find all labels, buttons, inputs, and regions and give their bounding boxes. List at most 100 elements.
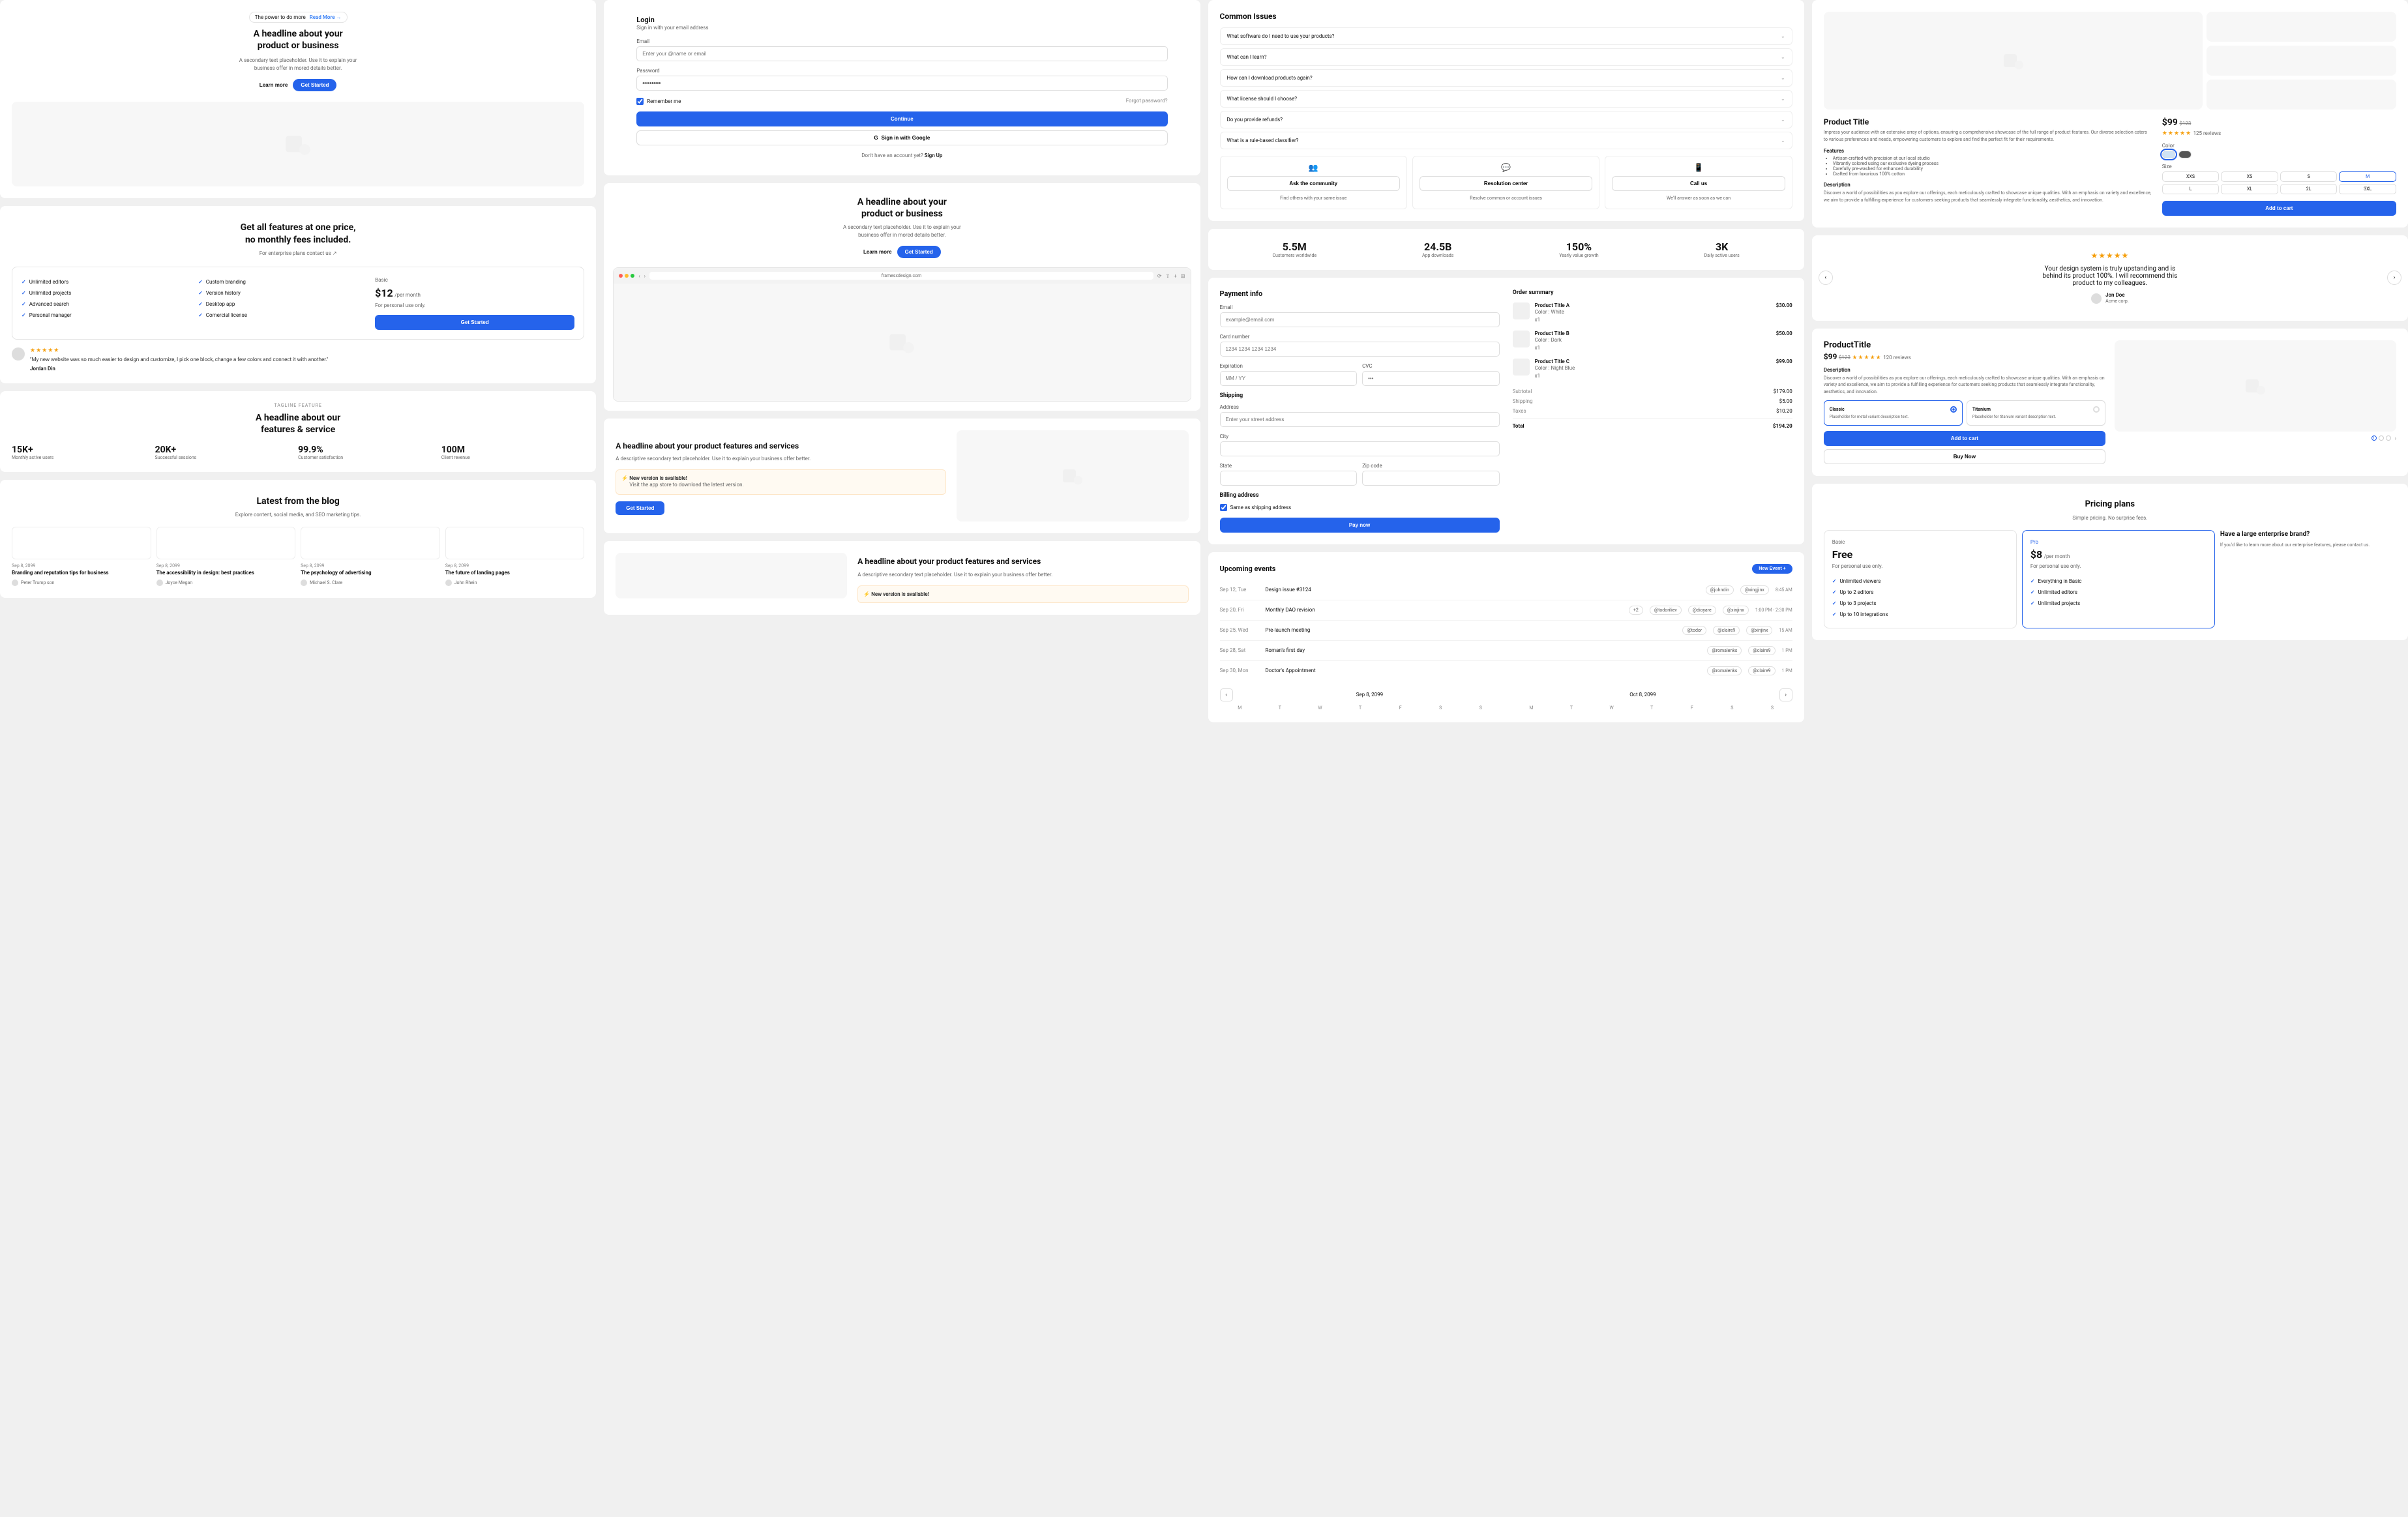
- features-stats-card: TAGLINE FEATURE A headline about ourfeat…: [0, 391, 596, 472]
- faq-item[interactable]: How can I download products again?⌄: [1220, 69, 1792, 87]
- get-started-button[interactable]: Get Started: [293, 79, 336, 91]
- hero-sub: A secondary text placeholder. Use it to …: [233, 57, 363, 72]
- pay-button[interactable]: Pay now: [1220, 518, 1500, 533]
- plus-icon[interactable]: +: [1174, 273, 1177, 279]
- size-button[interactable]: 3XL: [2339, 184, 2396, 194]
- product-thumb[interactable]: [2207, 80, 2396, 110]
- hero-pill[interactable]: The power to do more Read More →: [249, 12, 348, 23]
- size-button[interactable]: 2L: [2280, 184, 2338, 194]
- pricing-title: Get all features at one price,no monthly…: [12, 222, 584, 245]
- product-thumb[interactable]: [2207, 12, 2396, 42]
- prev-month-button[interactable]: ‹: [1220, 688, 1233, 701]
- image-pagination[interactable]: 1›: [2115, 435, 2396, 441]
- product2-image[interactable]: [2115, 340, 2396, 432]
- size-button[interactable]: XS: [2221, 171, 2278, 182]
- blog-post[interactable]: Sep 8, 2099 The psychology of advertisin…: [301, 527, 440, 586]
- size-button[interactable]: XL: [2221, 184, 2278, 194]
- next-button[interactable]: ›: [2387, 271, 2401, 285]
- login-card: Login Sign in with your email address Em…: [604, 0, 1200, 175]
- remember-checkbox[interactable]: Remember me: [636, 98, 681, 105]
- size-button[interactable]: L: [2162, 184, 2220, 194]
- new-event-button[interactable]: New Event +: [1752, 564, 1792, 574]
- faq-item[interactable]: Do you provide refunds?⌄: [1220, 111, 1792, 128]
- blog-post[interactable]: Sep 8, 2099 Branding and reputation tips…: [12, 527, 151, 586]
- hero2-headline: A headline about your product or busines…: [843, 196, 960, 220]
- chevron-down-icon: ⌄: [1781, 33, 1785, 39]
- signup-link[interactable]: Sign Up: [925, 153, 943, 158]
- get-started-button[interactable]: Get Started: [616, 501, 664, 515]
- plan-pro[interactable]: Pro $8 /per month For personal use only.…: [2022, 530, 2215, 628]
- calendar-grid[interactable]: MTWTFSS: [1511, 705, 1792, 711]
- color-swatch[interactable]: [2178, 151, 2192, 158]
- address-input[interactable]: [1220, 412, 1500, 427]
- card-input[interactable]: [1220, 342, 1500, 357]
- features-title: A headline about ourfeatures & service: [12, 412, 584, 435]
- help-card[interactable]: 👥 Ask the community Find others with you…: [1220, 156, 1407, 209]
- avatar: [301, 580, 307, 586]
- enterprise-link[interactable]: For enterprise plans contact us ↗: [260, 250, 337, 256]
- variant-option[interactable]: Titanium Placeholder for titanium varian…: [1967, 400, 2105, 426]
- metrics-card: 5.5MCustomers worldwide 24.5BApp downloa…: [1208, 229, 1804, 270]
- chevron-down-icon: ⌄: [1781, 96, 1785, 102]
- expiration-input[interactable]: [1220, 371, 1358, 386]
- size-button[interactable]: M: [2339, 171, 2396, 182]
- continue-button[interactable]: Continue: [636, 111, 1167, 126]
- help-card[interactable]: 💬 Resolution center Resolve common or ac…: [1412, 156, 1599, 209]
- plan-basic[interactable]: Basic Free For personal use only. Unlimi…: [1824, 530, 2017, 628]
- calendar-grid[interactable]: MTWTFSS: [1220, 705, 1501, 711]
- email-input[interactable]: [1220, 312, 1500, 327]
- chevron-down-icon: ⌄: [1781, 117, 1785, 123]
- faq-title: Common Issues: [1220, 12, 1792, 21]
- back-icon[interactable]: ‹: [638, 273, 640, 279]
- event-row[interactable]: Sep 28, SatRoman's first day@romalenks@c…: [1220, 641, 1792, 661]
- password-input[interactable]: [636, 76, 1167, 91]
- product-thumb[interactable]: [2207, 46, 2396, 76]
- feature-list-right: Custom branding Version history Desktop …: [198, 276, 364, 330]
- event-row[interactable]: Sep 20, FriMonthly DAO revision+2@todori…: [1220, 600, 1792, 621]
- faq-item[interactable]: What is a rule-based classifier?⌄: [1220, 132, 1792, 149]
- share-icon[interactable]: ⇪: [1166, 273, 1170, 279]
- avatar: [445, 580, 452, 586]
- learn-more-button[interactable]: Learn more: [863, 246, 892, 258]
- city-input[interactable]: [1220, 441, 1500, 456]
- product-image-main[interactable]: [1824, 12, 2203, 110]
- tabs-icon[interactable]: ⊞: [1181, 273, 1185, 279]
- prev-button[interactable]: ‹: [1819, 271, 1833, 285]
- alert-box: ⚡ New version is available!: [857, 585, 1188, 603]
- add-to-cart-button[interactable]: Add to cart: [1824, 431, 2105, 446]
- hero2-card: A headline about your product or busines…: [604, 183, 1200, 411]
- faq-item[interactable]: What software do I need to use your prod…: [1220, 27, 1792, 45]
- plan-cta-button[interactable]: Get Started: [375, 315, 574, 330]
- get-started-button[interactable]: Get Started: [897, 246, 941, 258]
- cvc-input[interactable]: [1362, 371, 1500, 386]
- blog-post[interactable]: Sep 8, 2099 The future of landing pages …: [445, 527, 585, 586]
- email-input[interactable]: [636, 46, 1167, 61]
- help-card[interactable]: 📱 Call us We'll answer as soon as we can: [1605, 156, 1792, 209]
- event-row[interactable]: Sep 30, MonDoctor's Appointment@romalenk…: [1220, 661, 1792, 681]
- faq-item[interactable]: What can I learn?⌄: [1220, 48, 1792, 66]
- faq-item[interactable]: What license should I choose?⌄: [1220, 90, 1792, 108]
- product-title: Product Title: [1824, 117, 2152, 126]
- add-to-cart-button[interactable]: Add to cart: [2162, 201, 2396, 216]
- next-month-button[interactable]: ›: [1779, 688, 1792, 701]
- same-address-checkbox[interactable]: Same as shipping address: [1220, 504, 1500, 511]
- forward-icon[interactable]: ›: [644, 273, 646, 279]
- learn-more-button[interactable]: Learn more: [260, 79, 288, 91]
- event-row[interactable]: Sep 25, WedPre-launch meeting@todor@clai…: [1220, 621, 1792, 641]
- color-swatch[interactable]: [2162, 151, 2175, 158]
- product2-title: ProductTitle: [1824, 340, 2105, 350]
- size-button[interactable]: S: [2280, 171, 2338, 182]
- buy-now-button[interactable]: Buy Now: [1824, 449, 2105, 464]
- refresh-icon[interactable]: ⟳: [1157, 273, 1162, 279]
- google-signin-button[interactable]: GSign in with Google: [636, 130, 1167, 145]
- zip-input[interactable]: [1362, 471, 1500, 486]
- order-item: Product Title BColor : Darkx1$50.00: [1513, 331, 1792, 352]
- url-bar[interactable]: framesxdesign.com: [649, 272, 1153, 280]
- feature-list-left: Unlimited editors Unlimited projects Adv…: [22, 276, 188, 330]
- variant-option[interactable]: Classic Placeholder for metal variant de…: [1824, 400, 1963, 426]
- state-input[interactable]: [1220, 471, 1358, 486]
- size-button[interactable]: XXS: [2162, 171, 2220, 182]
- blog-post[interactable]: Sep 8, 2099 The accessibility in design:…: [156, 527, 296, 586]
- event-row[interactable]: Sep 12, TueDesign issue #3124@johndin@xi…: [1220, 580, 1792, 600]
- forgot-password-link[interactable]: Forgot password?: [1126, 97, 1168, 105]
